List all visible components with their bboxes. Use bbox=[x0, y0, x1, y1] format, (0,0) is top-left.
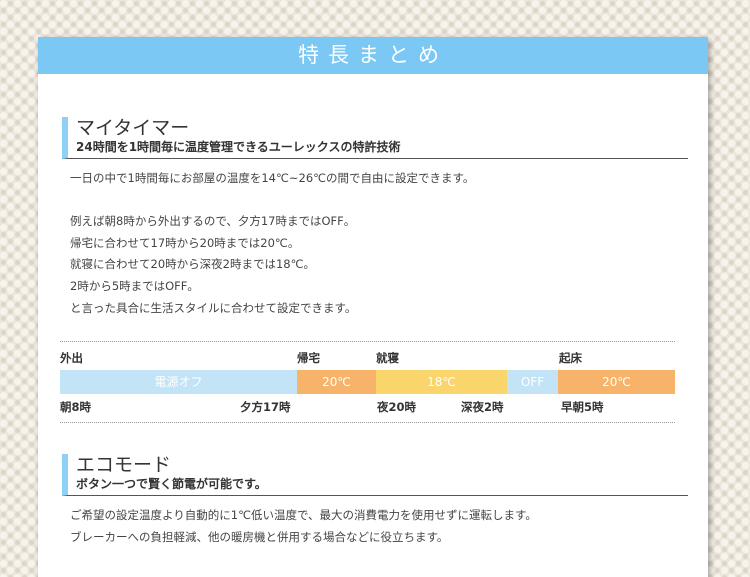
body-line: 就寝に合わせて20時から深夜2時までは18℃。 bbox=[70, 257, 315, 272]
section-heading-mytimer: マイタイマー 24時間を1時間毎に温度管理できるユーレックスの特許技術 bbox=[62, 117, 688, 159]
section-heading-ecomode: エコモード ボタン一つで賢く節電が可能です。 bbox=[62, 454, 688, 496]
body-line: 例えば朝8時から外出するので、夕方17時まではOFF。 bbox=[70, 214, 356, 229]
timeline-label-out: 外出 bbox=[60, 351, 83, 365]
segment-power-off: 電源オフ bbox=[60, 370, 297, 394]
timeline-label-wake: 起床 bbox=[559, 351, 582, 365]
section-title: エコモード bbox=[76, 454, 172, 476]
time-label: 早朝5時 bbox=[561, 400, 604, 414]
section-subtitle: ボタン一つで賢く節電が可能です。 bbox=[76, 477, 267, 491]
divider bbox=[60, 341, 675, 342]
body-line bbox=[70, 190, 474, 212]
timeline-label-home: 帰宅 bbox=[297, 351, 320, 365]
section-title: マイタイマー bbox=[76, 117, 190, 139]
time-label: 深夜2時 bbox=[461, 400, 504, 414]
section-subtitle: 24時間を1時間毎に温度管理できるユーレックスの特許技術 bbox=[76, 140, 401, 154]
banner-title: 特長まとめ bbox=[38, 37, 708, 74]
time-label: 夕方17時 bbox=[240, 400, 291, 414]
segment-20c: 20℃ bbox=[297, 370, 376, 394]
segment-20c-morning: 20℃ bbox=[558, 370, 675, 394]
section-body: ご希望の設定温度より自動的に1℃低い温度で、最大の消費電力を使用せずに運転します… bbox=[70, 505, 537, 548]
body-line: 帰宅に合わせて17時から20時までは20℃。 bbox=[70, 235, 300, 250]
body-line: と言った具合に生活スタイルに合わせて設定できます。 bbox=[70, 300, 357, 315]
time-label: 夜20時 bbox=[377, 400, 417, 414]
segment-off: OFF bbox=[507, 370, 558, 394]
body-line: 2時から5時まではOFF。 bbox=[70, 278, 199, 293]
time-label: 朝8時 bbox=[60, 400, 92, 414]
feature-summary-card: 特長まとめ マイタイマー 24時間を1時間毎に温度管理できるユーレックスの特許技… bbox=[38, 37, 708, 577]
section-body: 一日の中で1時間毎にお部屋の温度を14℃~26℃の間で自由に設定できます。 例え… bbox=[70, 168, 474, 319]
segment-18c: 18℃ bbox=[376, 370, 507, 394]
body-line: ご希望の設定温度より自動的に1℃低い温度で、最大の消費電力を使用せずに運転します… bbox=[70, 508, 537, 522]
timeline-label-sleep: 就寝 bbox=[376, 351, 399, 365]
body-line: 一日の中で1時間毎にお部屋の温度を14℃~26℃の間で自由に設定できます。 bbox=[70, 171, 475, 185]
divider bbox=[60, 422, 675, 423]
body-line: ブレーカーへの負担軽減、他の暖房機と併用する場合などに役立ちます。 bbox=[70, 529, 449, 544]
timer-schedule: 外出 帰宅 就寝 起床 電源オフ 20℃ 18℃ OFF 20℃ 朝8時 夕方1… bbox=[60, 341, 675, 423]
